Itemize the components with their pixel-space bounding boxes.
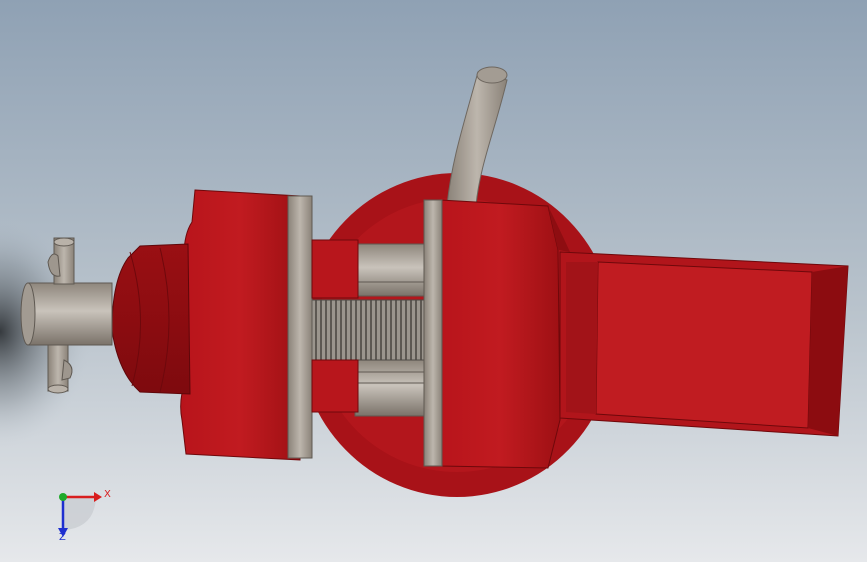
slide-body-top [311, 239, 359, 299]
cad-viewport[interactable]: X Z [0, 0, 867, 562]
movable-jaw [180, 189, 301, 461]
guide-rail-top [354, 243, 436, 297]
handle-lever-tip [476, 66, 508, 84]
triad-x-label: X [104, 489, 111, 500]
movable-jaw-plate [287, 195, 313, 459]
fixed-jaw [439, 199, 561, 469]
anvil-top-face [595, 261, 813, 429]
guide-rail-bottom [354, 359, 436, 417]
triad-y-origin [59, 493, 67, 501]
fixed-jaw-plate [423, 199, 443, 467]
slide-body-bottom [311, 359, 359, 413]
handle-shaft [27, 282, 113, 346]
lead-screw [305, 299, 429, 361]
triad-z-label: Z [59, 532, 66, 543]
